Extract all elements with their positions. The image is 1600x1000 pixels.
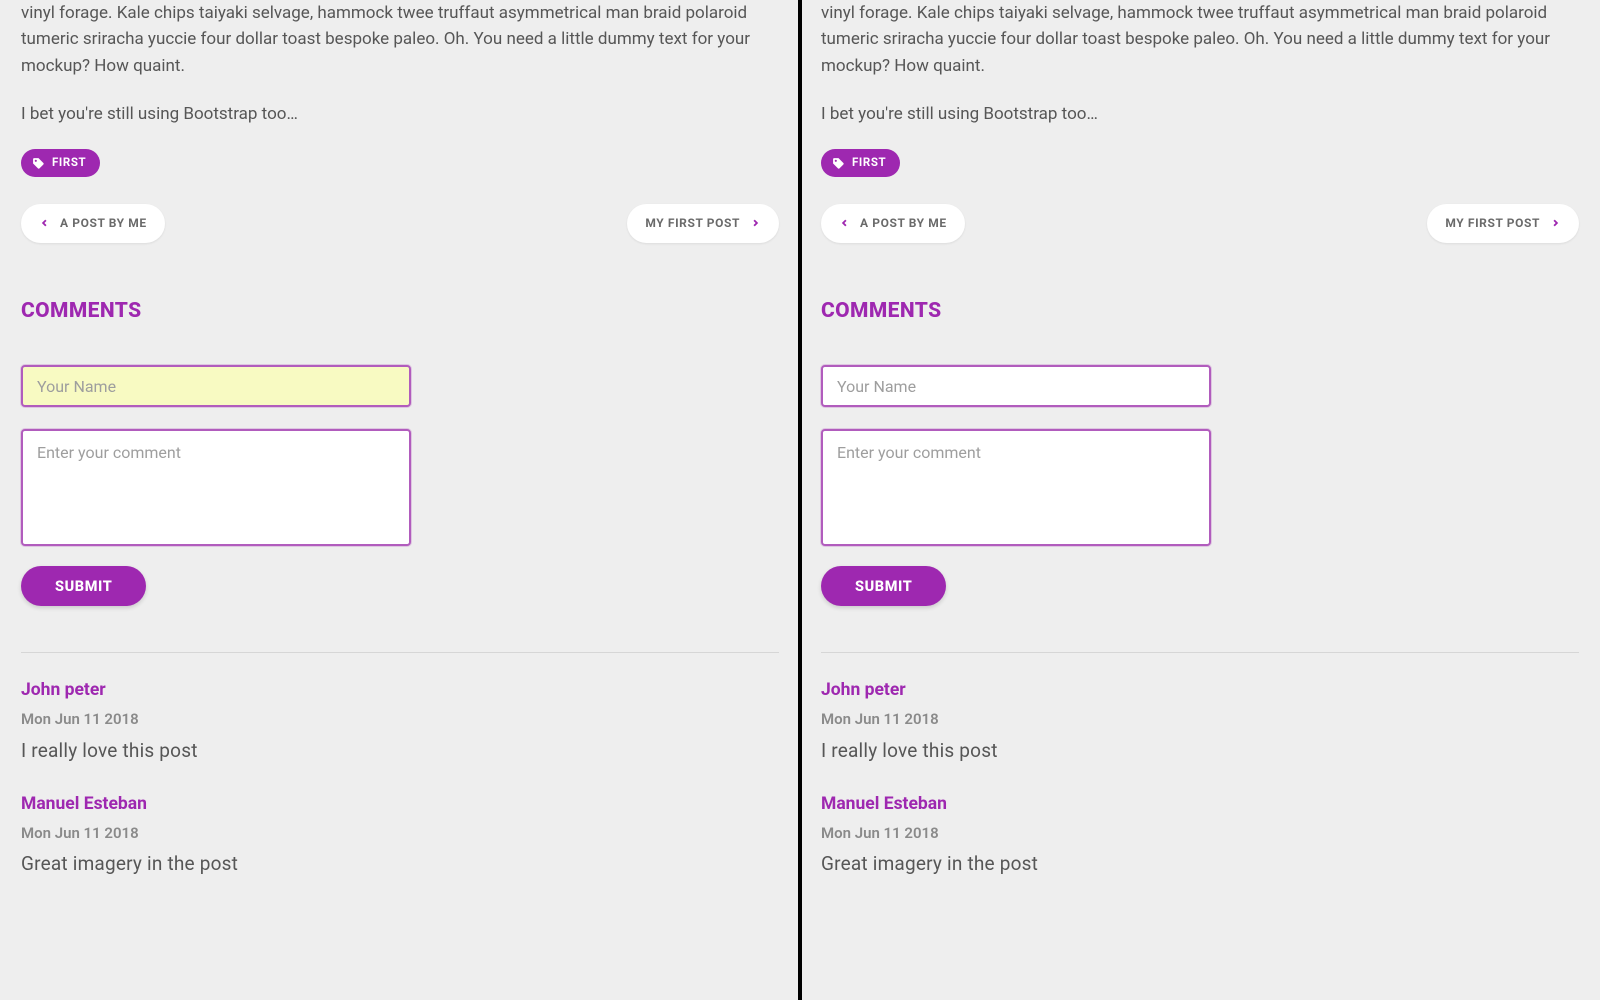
comment-date: Mon Jun 11 2018 xyxy=(21,708,779,731)
post-paragraph: I bet you're still using Bootstrap too… xyxy=(821,101,1579,127)
chevron-right-icon xyxy=(1550,216,1561,230)
separator xyxy=(21,652,779,653)
comment-input[interactable] xyxy=(821,429,1211,546)
chevron-left-icon xyxy=(839,216,850,230)
comment-text: I really love this post xyxy=(821,736,1579,765)
prev-post-label: A POST BY ME xyxy=(60,214,147,233)
comment-text: I really love this post xyxy=(21,736,779,765)
comment-item: Manuel Esteban Mon Jun 11 2018 Great ima… xyxy=(21,791,779,879)
comment-item: Manuel Esteban Mon Jun 11 2018 Great ima… xyxy=(821,791,1579,879)
name-input[interactable] xyxy=(821,365,1211,407)
next-post-label: MY FIRST POST xyxy=(1445,214,1540,233)
prev-post-link[interactable]: A POST BY ME xyxy=(21,204,165,243)
comments-heading: COMMENTS xyxy=(21,295,779,328)
name-input[interactable] xyxy=(21,365,411,407)
next-post-link[interactable]: MY FIRST POST xyxy=(1427,204,1579,243)
post-paragraph: I bet you're still using Bootstrap too… xyxy=(21,101,779,127)
tag-first[interactable]: FIRST xyxy=(821,149,900,177)
comment-author: John peter xyxy=(821,677,1579,704)
tag-icon xyxy=(832,157,845,170)
comments-heading: COMMENTS xyxy=(821,295,1579,328)
next-post-link[interactable]: MY FIRST POST xyxy=(627,204,779,243)
post-paragraph: vinyl forage. Kale chips taiyaki selvage… xyxy=(821,0,1579,79)
comment-input[interactable] xyxy=(21,429,411,546)
comment-date: Mon Jun 11 2018 xyxy=(821,708,1579,731)
post-paragraph: vinyl forage. Kale chips taiyaki selvage… xyxy=(21,0,779,79)
comment-item: John peter Mon Jun 11 2018 I really love… xyxy=(21,677,779,765)
submit-button[interactable]: SUBMIT xyxy=(821,566,946,606)
post-body: vinyl forage. Kale chips taiyaki selvage… xyxy=(821,0,1579,127)
comment-date: Mon Jun 11 2018 xyxy=(821,822,1579,845)
separator xyxy=(821,652,1579,653)
tag-first[interactable]: FIRST xyxy=(21,149,100,177)
comment-date: Mon Jun 11 2018 xyxy=(21,822,779,845)
prev-post-label: A POST BY ME xyxy=(860,214,947,233)
tag-label: FIRST xyxy=(52,154,86,172)
post-body: vinyl forage. Kale chips taiyaki selvage… xyxy=(21,0,779,127)
prev-post-link[interactable]: A POST BY ME xyxy=(821,204,965,243)
chevron-right-icon xyxy=(750,216,761,230)
next-post-label: MY FIRST POST xyxy=(645,214,740,233)
submit-button[interactable]: SUBMIT xyxy=(21,566,146,606)
tag-label: FIRST xyxy=(852,154,886,172)
comment-author: John peter xyxy=(21,677,779,704)
tag-icon xyxy=(32,157,45,170)
comment-text: Great imagery in the post xyxy=(821,849,1579,878)
comment-item: John peter Mon Jun 11 2018 I really love… xyxy=(821,677,1579,765)
comment-author: Manuel Esteban xyxy=(821,791,1579,818)
chevron-left-icon xyxy=(39,216,50,230)
comment-text: Great imagery in the post xyxy=(21,849,779,878)
comment-author: Manuel Esteban xyxy=(21,791,779,818)
